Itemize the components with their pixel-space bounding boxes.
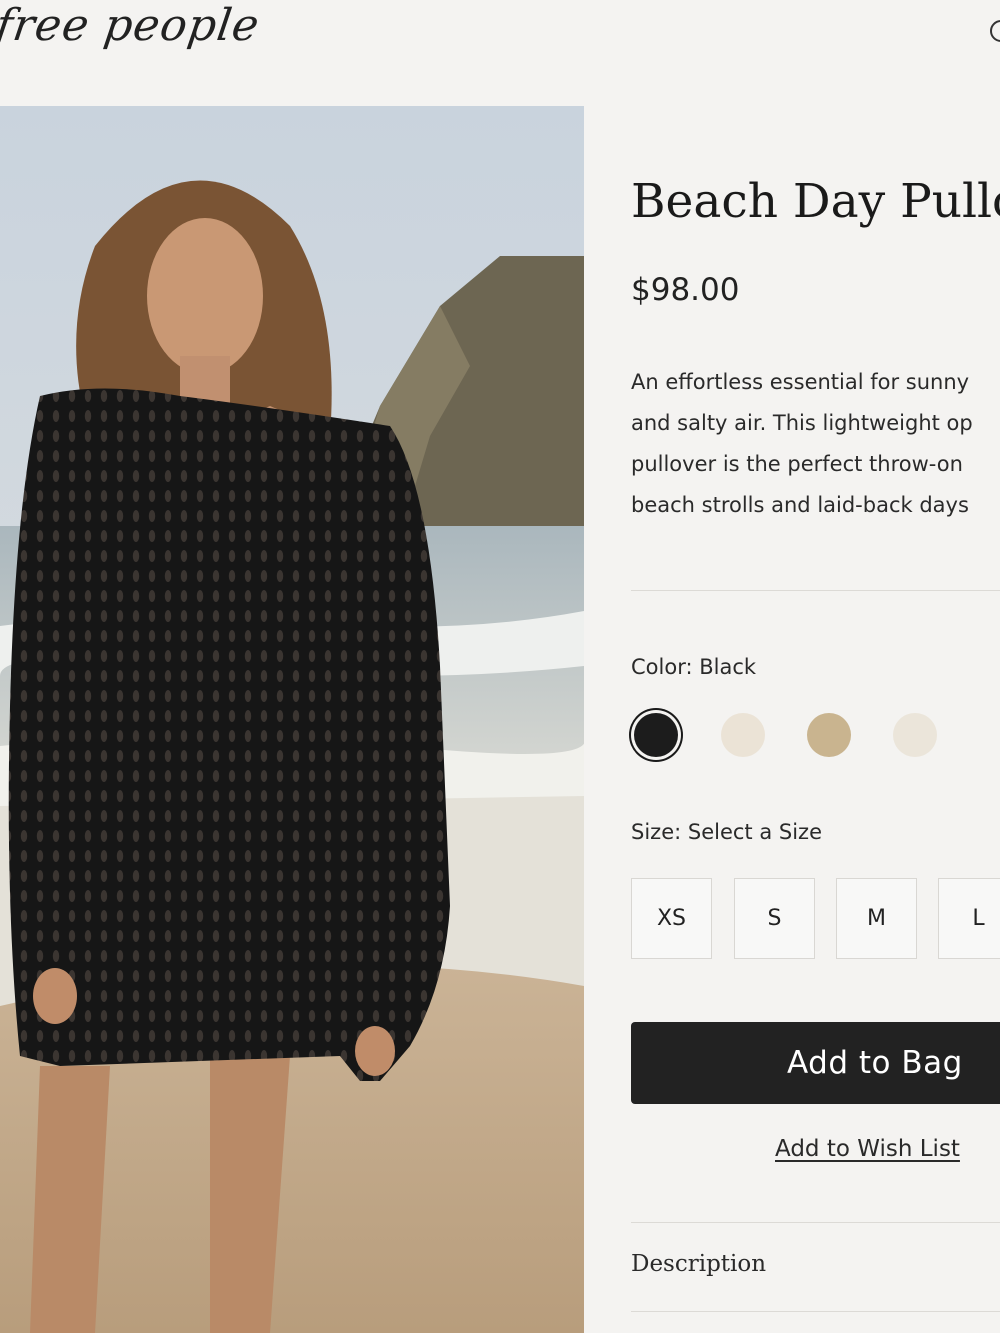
- product-price: $98.00: [631, 272, 740, 308]
- color-label-prefix: Color:: [631, 655, 693, 679]
- size-label-prefix: Size:: [631, 820, 682, 844]
- swatch-cream[interactable]: [721, 713, 765, 757]
- product-title: Beach Day Pullo: [631, 174, 1000, 229]
- product-image[interactable]: [0, 106, 584, 1333]
- divider: [631, 1311, 1000, 1312]
- product-photo-illustration: [0, 106, 584, 1333]
- size-option-m[interactable]: M: [836, 878, 917, 959]
- size-label-value: Select a Size: [687, 820, 822, 844]
- divider: [631, 590, 1000, 591]
- swatch-ivory[interactable]: [893, 713, 937, 757]
- brand-logo[interactable]: free people: [0, 0, 263, 51]
- swatch-black[interactable]: [634, 713, 678, 757]
- product-description: An effortless essential for sunny and sa…: [631, 370, 973, 517]
- color-label: Color: Black: [631, 655, 756, 679]
- description-accordion-header[interactable]: Description: [631, 1251, 766, 1277]
- divider: [631, 1222, 1000, 1223]
- size-option-l[interactable]: L: [938, 878, 1000, 959]
- swatch-tan[interactable]: [807, 713, 851, 757]
- product-details: Beach Day Pullo $98.00 An effortless ess…: [631, 0, 1000, 1333]
- color-label-value: Black: [699, 655, 757, 679]
- add-to-bag-button[interactable]: Add to Bag: [631, 1022, 1000, 1104]
- add-to-bag-label: Add to Bag: [787, 1045, 963, 1081]
- size-option-xs[interactable]: XS: [631, 878, 712, 959]
- add-to-wishlist-link[interactable]: Add to Wish List: [775, 1136, 960, 1162]
- size-label: Size: Select a Size: [631, 820, 822, 844]
- size-option-s[interactable]: S: [734, 878, 815, 959]
